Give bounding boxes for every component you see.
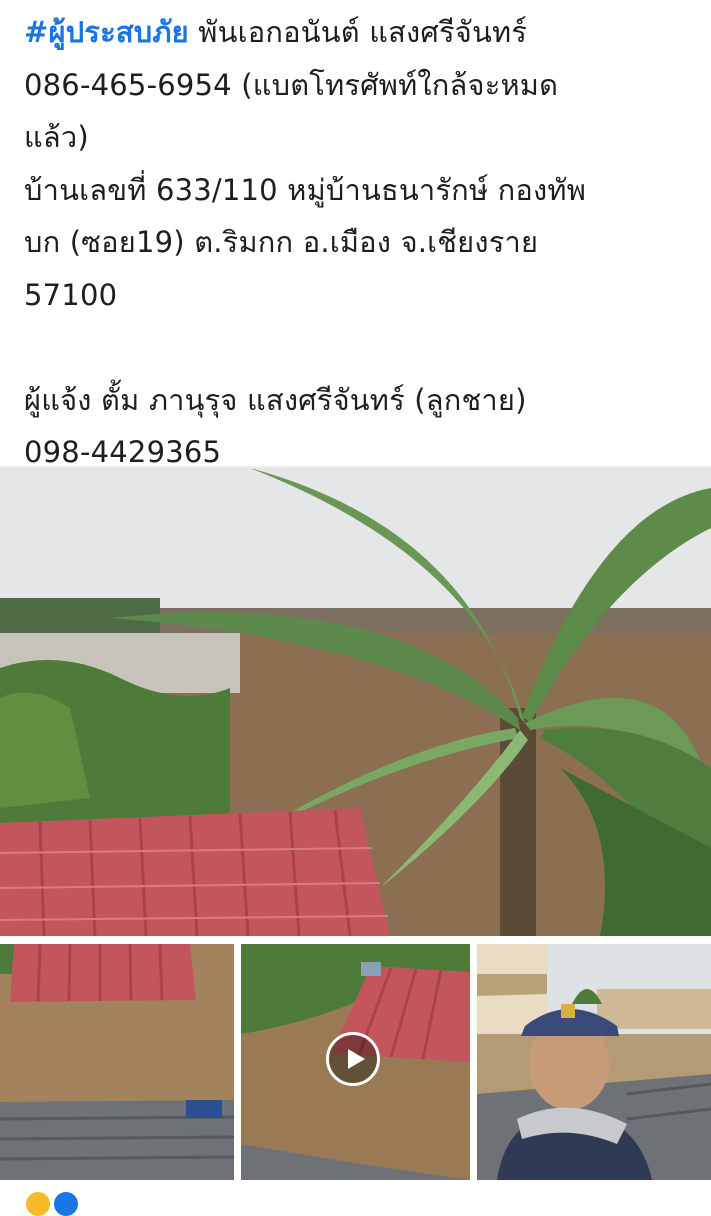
play-button[interactable]	[326, 1032, 380, 1086]
reporter-line: ผู้แจ้ง ตั้ม ภานุรุจ แสงศรีจันทร์ (ลูกชา…	[24, 382, 527, 417]
flooded-scene-image	[0, 468, 711, 936]
rescue-name: พันเอกอนันต์ แสงศรีจันทร์	[188, 15, 528, 49]
like-reaction-icon	[54, 1192, 78, 1216]
phone-line: 086-465-6954 (แบตโทรศัพท์ใกล้จะหมด	[24, 67, 559, 102]
haha-reaction-icon	[26, 1192, 50, 1216]
postal-code: 57100	[24, 277, 118, 312]
main-photo[interactable]	[0, 468, 711, 936]
photo-thumbnail-3[interactable]	[477, 944, 711, 1180]
man-on-rooftop-image	[477, 944, 711, 1180]
address-line-2: บก (ซอย19) ต.ริมกก อ.เมือง จ.เชียงราย	[24, 225, 539, 259]
photo-thumbnail-1[interactable]	[0, 944, 234, 1180]
reactions-strip	[0, 1182, 711, 1216]
post-line-1: #ผู้ประสบภัย พันเอกอนันต์ แสงศรีจันทร์	[24, 6, 689, 59]
hashtag-link[interactable]: #ผู้ประสบภัย	[24, 15, 189, 49]
post-text: #ผู้ประสบภัย พันเอกอนันต์ แสงศรีจันทร์ 0…	[24, 6, 689, 479]
flooded-roof-image	[0, 944, 234, 1180]
phone-note-line: แล้ว)	[24, 120, 89, 154]
address-line-1: บ้านเลขที่ 633/110 หมู่บ้านธนารักษ์ กองท…	[24, 172, 587, 207]
play-icon	[348, 1049, 365, 1069]
